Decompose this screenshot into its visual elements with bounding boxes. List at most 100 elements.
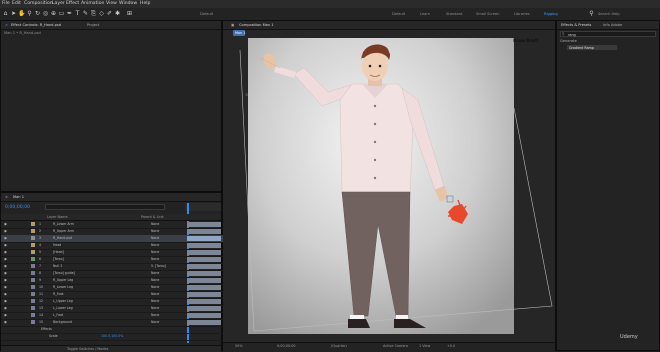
layer-name[interactable]: L_Foot	[53, 313, 63, 317]
search-icon[interactable]: ⚲	[588, 10, 595, 17]
tab-effects-presets[interactable]: Effects & Presets	[561, 23, 591, 27]
layer-duration-bar[interactable]	[187, 229, 221, 234]
parent-dropdown[interactable]: None	[151, 306, 159, 310]
parent-dropdown[interactable]: None	[151, 292, 159, 296]
layer-duration-bar[interactable]	[187, 243, 221, 248]
scale-value[interactable]: 100.0,100.0%	[101, 334, 123, 338]
lock-icon[interactable]: ▣	[231, 23, 234, 27]
layer-label-color[interactable]	[31, 292, 35, 296]
hand-tool-icon[interactable]: ✋	[18, 10, 25, 17]
toggle-switches-modes-button[interactable]: Toggle Switches / Modes	[67, 347, 108, 351]
layer-name[interactable]: L_Upper Leg	[53, 299, 73, 303]
visibility-eye-icon[interactable]: ◉	[4, 285, 7, 289]
tab-timeline-man1[interactable]: Man 1	[13, 195, 24, 199]
parent-dropdown[interactable]: None	[151, 285, 159, 289]
visibility-eye-icon[interactable]: ◉	[4, 236, 7, 240]
layer-duration-bar[interactable]	[187, 271, 221, 276]
layer-name[interactable]: Background	[53, 320, 72, 324]
tab-effect-controls[interactable]: Effect Controls: R_Hand.psd	[11, 23, 61, 27]
brush-tool-icon[interactable]: ✎	[82, 10, 89, 17]
visibility-eye-icon[interactable]: ◉	[4, 229, 7, 233]
layer-duration-bar[interactable]	[187, 222, 221, 227]
layer-duration-bar[interactable]	[187, 236, 221, 241]
timeline-search-input[interactable]	[45, 204, 165, 210]
menu-window[interactable]: Window	[119, 1, 137, 6]
close-icon[interactable]: ×	[5, 23, 8, 27]
visibility-eye-icon[interactable]: ◉	[4, 243, 7, 247]
menu-view[interactable]: View	[106, 1, 117, 6]
layer-label-color[interactable]	[31, 222, 35, 226]
layer-duration-bar[interactable]	[187, 320, 221, 325]
composition-canvas[interactable]: Draw Draft	[222, 28, 556, 341]
visibility-eye-icon[interactable]: ◉	[4, 250, 7, 254]
workspace-rigging[interactable]: Rigging	[544, 12, 558, 16]
current-time[interactable]: 0;00;00;00	[277, 344, 296, 348]
menu-help[interactable]: Help	[140, 1, 150, 6]
type-tool-icon[interactable]: T	[74, 10, 81, 17]
roto-tool-icon[interactable]: ✐	[106, 10, 113, 17]
layer-duration-bar[interactable]	[187, 250, 221, 255]
workspace-small-screen[interactable]: Small Screen	[476, 12, 499, 16]
parent-dropdown[interactable]: None	[151, 250, 159, 254]
view-layout-dropdown[interactable]: 1 View	[419, 344, 430, 348]
layer-name[interactable]: [Head]	[53, 250, 64, 254]
tab-info[interactable]: Info Adobe	[603, 23, 622, 27]
layer-name[interactable]: R_Foot	[53, 292, 64, 296]
visibility-eye-icon[interactable]: ◉	[4, 320, 7, 324]
layer-duration-bar[interactable]	[187, 292, 221, 297]
layer-name[interactable]: Head	[53, 243, 61, 247]
parent-dropdown[interactable]: None	[151, 313, 159, 317]
layer-label-color[interactable]	[31, 285, 35, 289]
visibility-eye-icon[interactable]: ◉	[4, 222, 7, 226]
time-ruler[interactable]	[185, 203, 221, 211]
menu-animation[interactable]: Animation	[81, 1, 104, 6]
workspace-learn[interactable]: Learn	[420, 12, 430, 16]
col-parent-link[interactable]: Parent & Link	[141, 215, 164, 219]
layer-label-color[interactable]	[31, 320, 35, 324]
close-icon[interactable]: ×	[5, 195, 8, 199]
layer-label-color[interactable]	[31, 264, 35, 268]
parent-dropdown[interactable]: None	[151, 236, 159, 240]
workspace-default[interactable]: Default	[392, 12, 405, 16]
snapping-icon[interactable]: ⊞	[126, 10, 133, 17]
visibility-eye-icon[interactable]: ◉	[4, 257, 7, 261]
visibility-eye-icon[interactable]: ◉	[4, 306, 7, 310]
tab-project[interactable]: Project	[87, 23, 99, 27]
layer-label-color[interactable]	[31, 236, 35, 240]
category-generate[interactable]: Generate	[560, 39, 577, 43]
layer-name[interactable]: R_Hand.psd	[53, 236, 72, 240]
layer-name[interactable]: R_Upper Leg	[53, 278, 73, 282]
layer-name[interactable]: R_Lower Leg	[53, 285, 73, 289]
layer-label-color[interactable]	[31, 299, 35, 303]
layer-duration-bar[interactable]	[187, 264, 221, 269]
workspace-libraries[interactable]: Libraries	[514, 12, 530, 16]
home-icon[interactable]: ⌂	[2, 10, 9, 17]
menu-layer[interactable]: Layer	[52, 1, 65, 6]
layer-label-color[interactable]	[31, 229, 35, 233]
visibility-eye-icon[interactable]: ◉	[4, 292, 7, 296]
resolution-dropdown[interactable]: (Quarter)	[331, 344, 347, 348]
visibility-eye-icon[interactable]: ◉	[4, 271, 7, 275]
parent-dropdown[interactable]: None	[151, 278, 159, 282]
layer-duration-bar[interactable]	[187, 313, 221, 318]
layer-label-color[interactable]	[31, 257, 35, 261]
parent-dropdown[interactable]: None	[151, 299, 159, 303]
layer-duration-bar[interactable]	[187, 285, 221, 290]
effects-search-input[interactable]: ⚲ rang	[560, 31, 656, 37]
clone-tool-icon[interactable]: ⎘	[90, 10, 97, 17]
visibility-eye-icon[interactable]: ◉	[4, 264, 7, 268]
anchor-tool-icon[interactable]: ⊕	[50, 10, 57, 17]
parent-dropdown[interactable]: None	[151, 257, 159, 261]
menu-composition[interactable]: Composition	[24, 1, 53, 6]
layer-duration-bar[interactable]	[187, 278, 221, 283]
mask-tool-icon[interactable]: ▭	[58, 10, 65, 17]
menu-effect[interactable]: Effect	[66, 1, 79, 6]
layer-name[interactable]: R_Lower Arm	[53, 222, 74, 226]
layer-duration-bar[interactable]	[187, 299, 221, 304]
parent-dropdown[interactable]: None	[151, 243, 159, 247]
selection-tool-icon[interactable]: ➤	[10, 10, 17, 17]
menu-edit[interactable]: Edit	[12, 1, 21, 6]
layer-duration-bar[interactable]	[187, 257, 221, 262]
parent-dropdown[interactable]: None	[151, 320, 159, 324]
zoom-tool-icon[interactable]: ⚲	[26, 10, 33, 17]
